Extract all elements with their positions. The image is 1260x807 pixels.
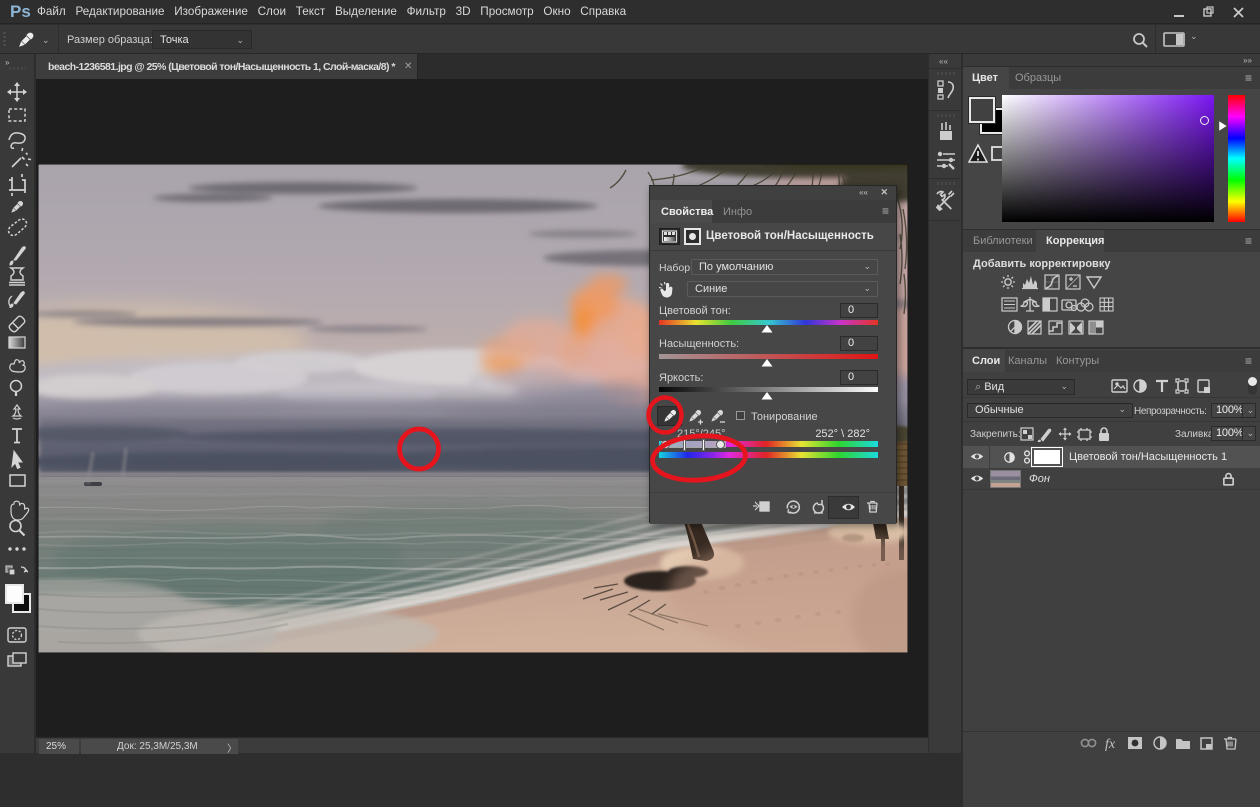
svg-text:fx: fx bbox=[1105, 737, 1116, 751]
